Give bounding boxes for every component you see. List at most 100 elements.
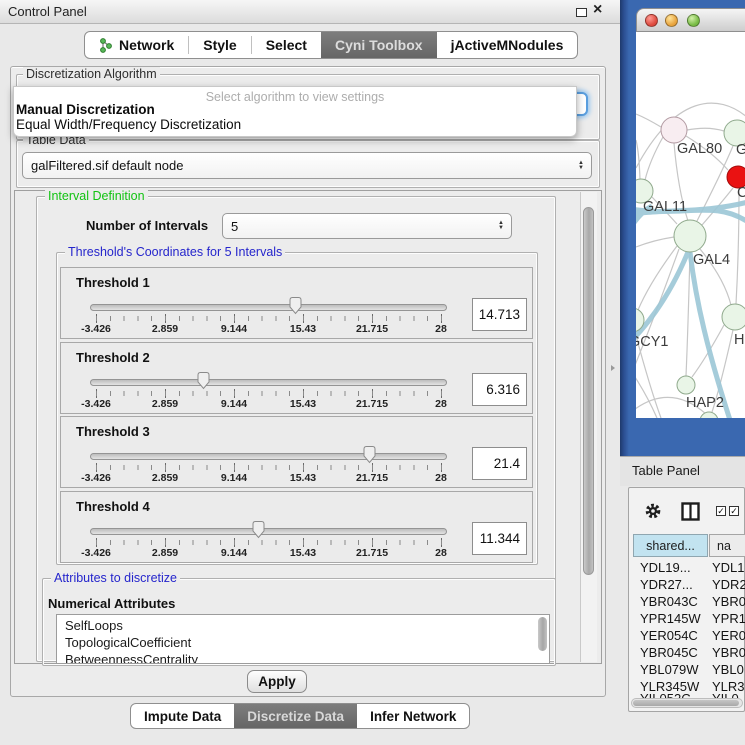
tab-jactivemnodules-label: jActiveMNodules [451, 37, 564, 53]
list-item-topologicalcoefficient[interactable]: TopologicalCoefficient [65, 635, 191, 650]
node-label-gal4: GAL4 [693, 252, 730, 268]
minimize-traffic-light-icon[interactable] [665, 14, 678, 27]
float-window-icon[interactable] [576, 8, 587, 17]
node-label-h: H [734, 332, 744, 348]
tab-select[interactable]: Select [252, 32, 321, 58]
threshold-3-value[interactable]: 21.4 [472, 447, 527, 480]
table-row[interactable]: YIL052C [640, 691, 691, 698]
tab-discretize-data-label: Discretize Data [247, 709, 344, 724]
checkbox-icon[interactable]: ✓ [716, 506, 726, 516]
list-item-selfloops[interactable]: SelfLoops [65, 618, 123, 633]
tab-infer-network[interactable]: Infer Network [357, 704, 469, 728]
tab-infer-network-label: Infer Network [370, 709, 456, 724]
popup-item-equal-width-frequency[interactable]: Equal Width/Frequency Discretization [16, 117, 241, 132]
table-cell[interactable]: YBR0 [712, 594, 745, 611]
combo-spinner-icon: ▲▼ [578, 161, 584, 171]
control-panel-tabbar: Network Style Select Cyni Toolbox jActiv… [84, 31, 578, 59]
table-row[interactable]: YER054C [640, 628, 698, 645]
threshold-4-slider-track[interactable] [90, 528, 447, 535]
splitpane-divider-handle[interactable] [611, 365, 617, 371]
close-icon[interactable]: × [593, 1, 602, 19]
popup-item-manual-discretization[interactable]: Manual Discretization [16, 102, 155, 117]
threshold-1-value[interactable]: 14.713 [472, 298, 527, 331]
attributes-scrollbar-thumb[interactable] [538, 617, 547, 651]
tab-style-label: Style [203, 37, 236, 53]
settings-scrollbar-thumb[interactable] [583, 207, 594, 575]
interval-definition-title: Interval Definition [45, 189, 148, 203]
tab-cyni-toolbox-label: Cyni Toolbox [335, 37, 423, 53]
threshold-2-panel: Threshold 2 -3.426 2.859 9.144 15.43 21.… [60, 342, 533, 414]
slider-minor-ticks [96, 465, 442, 470]
threshold-1-slider-track[interactable] [90, 304, 447, 311]
network-window-titlebar[interactable] [636, 8, 745, 32]
control-panel-titlebar [0, 0, 620, 24]
table-cell[interactable]: YIL0 [712, 691, 739, 698]
threshold-1-slider-thumb[interactable] [288, 296, 303, 315]
node-gal80[interactable] [661, 117, 687, 143]
table-cell[interactable]: YDR2 [712, 577, 745, 594]
table-row[interactable]: YDL19... [640, 560, 691, 577]
number-of-intervals-label: Number of Intervals [86, 218, 208, 233]
control-panel-title: Control Panel [8, 4, 87, 19]
table-data-combobox[interactable]: galFiltered.sif default node ▲▼ [22, 152, 592, 179]
number-of-intervals-value: 5 [231, 219, 238, 234]
close-traffic-light-icon[interactable] [645, 14, 658, 27]
threshold-4-value[interactable]: 11.344 [472, 522, 527, 555]
threshold-2-slider-thumb[interactable] [196, 371, 211, 390]
table-row[interactable]: YBL079W [640, 662, 699, 679]
table-hscrollbar-thumb[interactable] [633, 700, 739, 706]
tab-jactivemnodules[interactable]: jActiveMNodules [437, 32, 578, 58]
column-header-name[interactable]: na [709, 534, 745, 557]
checkbox-icon[interactable]: ✓ [729, 506, 739, 516]
network-canvas[interactable]: GAL80 GA C GAL11 GAL4 H GCY1 HAP2 [636, 32, 745, 418]
node-gal4[interactable] [674, 220, 706, 252]
screen: Control Panel × Network Style Select Cyn… [0, 0, 745, 745]
threshold-4-label: Threshold 4 [76, 499, 150, 514]
zoom-traffic-light-icon[interactable] [687, 14, 700, 27]
tab-network-label: Network [119, 37, 174, 53]
table-row[interactable]: YDR27... [640, 577, 693, 594]
table-cell[interactable]: YBL0 [712, 662, 744, 679]
tab-network[interactable]: Network [85, 32, 188, 58]
apply-button[interactable]: Apply [247, 670, 307, 693]
table-panel-title: Table Panel [632, 463, 700, 478]
node-partial-bottom[interactable] [700, 412, 718, 418]
tab-cyni-toolbox[interactable]: Cyni Toolbox [321, 32, 437, 58]
threshold-1-label: Threshold 1 [76, 275, 150, 290]
number-of-intervals-combobox[interactable]: 5 ▲▼ [222, 213, 512, 239]
slider-tick-labels: -3.426 2.859 9.144 15.43 21.715 28 [61, 323, 532, 335]
table-settings-gear-icon[interactable] [644, 502, 662, 520]
threshold-2-slider-track[interactable] [90, 379, 447, 386]
threshold-3-slider-thumb[interactable] [362, 445, 377, 464]
tab-discretize-data[interactable]: Discretize Data [234, 704, 357, 728]
slider-tick-labels: -3.426 2.859 9.144 15.43 21.715 28 [61, 472, 532, 484]
column-layout-icon[interactable] [681, 502, 700, 521]
node-h[interactable] [722, 304, 745, 330]
table-row[interactable]: YBR045C [640, 645, 698, 662]
algorithm-dropdown-popup: Select algorithm to view settings Manual… [13, 86, 577, 137]
threshold-2-value[interactable]: 6.316 [472, 373, 527, 406]
column-header-shared-name[interactable]: shared... [633, 534, 708, 557]
threshold-3-slider-track[interactable] [90, 453, 447, 460]
node-label-c: C [737, 185, 745, 201]
table-row[interactable]: YBR043C [640, 594, 698, 611]
table-cell[interactable]: YPR1 [712, 611, 745, 628]
table-cell[interactable]: YDL1 [712, 560, 745, 577]
slider-minor-ticks [96, 391, 442, 396]
cyni-bottom-tabbar: Impute Data Discretize Data Infer Networ… [130, 703, 470, 729]
table-cell[interactable]: YER0 [712, 628, 745, 645]
table-row[interactable]: YPR145W [640, 611, 701, 628]
node-hap2[interactable] [677, 376, 695, 394]
list-item-betweennesscentrality[interactable]: BetweennessCentrality [65, 652, 198, 664]
table-cell[interactable]: YBR0 [712, 645, 745, 662]
node-label-gal11: GAL11 [643, 199, 687, 215]
node-label-hap2: HAP2 [686, 395, 724, 411]
node-label-gal80: GAL80 [677, 141, 722, 157]
threshold-4-slider-thumb[interactable] [251, 520, 266, 539]
tab-impute-data-label: Impute Data [144, 709, 221, 724]
slider-tick-labels: -3.426 2.859 9.144 15.43 21.715 28 [61, 398, 532, 410]
slider-minor-ticks [96, 540, 442, 545]
tab-select-label: Select [266, 37, 307, 53]
tab-style[interactable]: Style [189, 32, 250, 58]
tab-impute-data[interactable]: Impute Data [131, 704, 234, 728]
